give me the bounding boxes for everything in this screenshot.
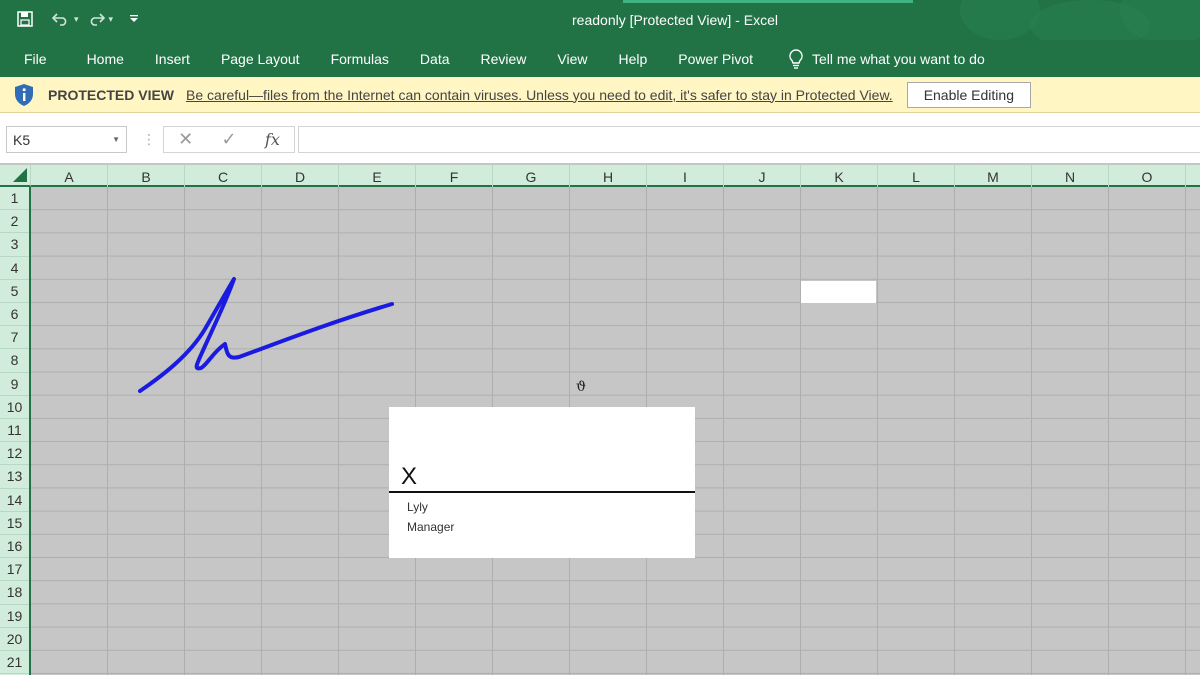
column-header-n[interactable]: N [1032, 165, 1109, 187]
tab-help[interactable]: Help [619, 51, 648, 67]
tell-me-label: Tell me what you want to do [812, 50, 985, 67]
column-header-b[interactable]: B [108, 165, 185, 187]
lightbulb-icon [789, 48, 803, 69]
tab-formulas[interactable]: Formulas [331, 51, 389, 67]
formula-bar: K5 ▼ ⋮ ✕ ✓ fx [0, 113, 1200, 163]
shield-info-icon [15, 83, 33, 106]
enter-icon[interactable]: ✓ [222, 129, 237, 150]
column-header-g[interactable]: G [493, 165, 570, 187]
signer-role: Manager [407, 520, 455, 534]
column-header-l[interactable]: L [878, 165, 955, 187]
row-header-17[interactable]: 17 [0, 558, 29, 582]
row-header-5[interactable]: 5 [0, 280, 29, 303]
formula-buttons: ✕ ✓ fx [163, 126, 295, 153]
enable-editing-button[interactable]: Enable Editing [906, 81, 1031, 108]
tab-page-layout[interactable]: Page Layout [221, 51, 300, 67]
ribbon-tabs: File Home Insert Page Layout Formulas Da… [0, 40, 1200, 77]
row-header-19[interactable]: 19 [0, 605, 29, 628]
column-header-e[interactable]: E [339, 165, 416, 187]
row-header-11[interactable]: 11 [0, 419, 29, 443]
tab-review[interactable]: Review [481, 51, 527, 67]
column-header-c[interactable]: C [185, 165, 262, 187]
select-all-icon [13, 168, 27, 182]
tab-home[interactable]: Home [87, 51, 124, 67]
cancel-icon[interactable]: ✕ [178, 129, 193, 150]
window-title: readonly [Protected View] - Excel [572, 12, 778, 28]
row-header-15[interactable]: 15 [0, 512, 29, 535]
row-header-21[interactable]: 21 [0, 651, 29, 675]
column-header-o[interactable]: O [1109, 165, 1186, 187]
name-box[interactable]: K5 ▼ [6, 126, 127, 153]
row-header-1[interactable]: 1 [0, 187, 29, 211]
column-header-f[interactable]: F [416, 165, 493, 187]
tab-file[interactable]: File [24, 51, 47, 67]
protected-view-bar: PROTECTED VIEW Be careful—files from the… [0, 77, 1200, 113]
tab-view[interactable]: View [557, 51, 587, 67]
column-header-j[interactable]: J [724, 165, 801, 187]
row-header-12[interactable]: 12 [0, 442, 29, 466]
column-headers: ABCDEFGHIJKLMNO [31, 165, 1200, 187]
move-cursor-icon: ϑ [576, 379, 587, 395]
column-header-h[interactable]: H [570, 165, 647, 187]
handwritten-signature [138, 277, 394, 393]
column-header-i[interactable]: I [647, 165, 724, 187]
row-header-9[interactable]: 9 [0, 373, 29, 396]
signature-underline [389, 491, 695, 493]
select-all-button[interactable] [0, 165, 31, 187]
selected-cell-k5[interactable] [801, 281, 876, 303]
column-header-m[interactable]: M [955, 165, 1032, 187]
row-header-18[interactable]: 18 [0, 581, 29, 605]
row-header-8[interactable]: 8 [0, 349, 29, 373]
chevron-down-icon[interactable]: ▼ [112, 135, 120, 144]
insert-function-button[interactable]: fx [265, 130, 280, 149]
row-header-7[interactable]: 7 [0, 326, 29, 350]
signer-name: Lyly [407, 500, 428, 514]
tell-me-search[interactable]: Tell me what you want to do [788, 48, 985, 69]
row-header-6[interactable]: 6 [0, 303, 29, 327]
protected-view-title: PROTECTED VIEW [48, 86, 175, 103]
tab-power-pivot[interactable]: Power Pivot [678, 51, 753, 67]
row-header-10[interactable]: 10 [0, 396, 29, 419]
name-box-value: K5 [13, 132, 31, 148]
signature-line-box[interactable]: X Lyly Manager [389, 407, 695, 558]
title-accent-bar [623, 0, 913, 3]
row-header-14[interactable]: 14 [0, 489, 29, 512]
row-headers: 1 2 3 4 5 6 7 8 9 10 11 12 13 14 15 16 17 18 19 20 21 [0, 187, 31, 675]
formula-input[interactable] [298, 126, 1200, 153]
row-header-3[interactable]: 3 [0, 233, 29, 257]
row-header-2[interactable]: 2 [0, 210, 29, 234]
column-header-d[interactable]: D [262, 165, 339, 187]
title-bar: ▾ ▾ readonly [Protected View] - Excel [0, 0, 1200, 40]
row-header-20[interactable]: 20 [0, 628, 29, 651]
drag-handle-icon[interactable]: ⋮ [142, 131, 156, 148]
protected-view-message[interactable]: Be careful—files from the Internet can c… [186, 87, 893, 103]
row-header-13[interactable]: 13 [0, 465, 29, 489]
signature-mark: X [401, 463, 418, 490]
row-header-16[interactable]: 16 [0, 535, 29, 559]
tab-data[interactable]: Data [420, 51, 450, 67]
column-header-a[interactable]: A [31, 165, 108, 187]
column-header-k[interactable]: K [801, 165, 878, 187]
row-header-4[interactable]: 4 [0, 257, 29, 280]
tab-insert[interactable]: Insert [155, 51, 190, 67]
